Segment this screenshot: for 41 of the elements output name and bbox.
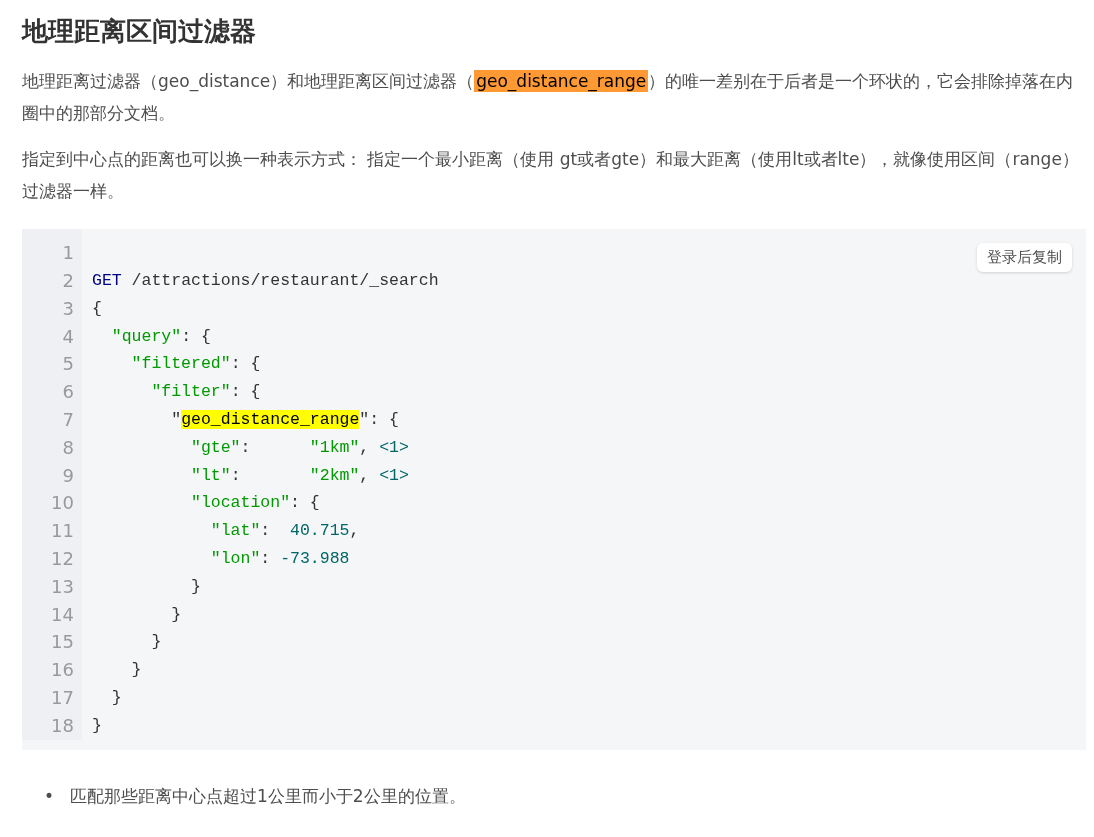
code-line: "lon": -73.988	[209, 547, 351, 570]
line-number: 15	[50, 630, 74, 655]
code-line: {	[92, 297, 103, 320]
code-line: "query": {	[110, 325, 212, 348]
line-number: 1	[61, 241, 74, 266]
code-line: "location": {	[190, 492, 321, 515]
bullet-marker: •	[44, 784, 55, 808]
line-number: 14	[50, 602, 74, 627]
line-number: 17	[50, 685, 74, 710]
code-line: }	[92, 714, 103, 737]
code-line: "gte": "1km", <1>	[190, 436, 410, 459]
line-number: 2	[61, 269, 74, 293]
line-number: 4	[61, 324, 74, 349]
paragraph: 地理距离过滤器（geo_distance）和地理距离区间过滤器（geo_distance_range）的唯一差别在于后者是一个环状的，它会排除掉落在内圈中的那部分文档。	[22, 69, 1075, 126]
code-line: "lt": "2km", <1>	[190, 464, 410, 487]
line-number: 11	[50, 519, 74, 544]
line-number: 16	[50, 658, 74, 683]
page-heading: 地理距离区间过滤器	[22, 16, 257, 48]
code-line: "lat": 40.715,	[209, 520, 361, 543]
list-item: 匹配那些距离中心点超过1公里而小于2公里的位置。	[70, 784, 466, 808]
line-number: 5	[61, 352, 74, 377]
code-line: }	[150, 631, 163, 654]
code-line: }	[130, 659, 143, 682]
code-line: }	[110, 686, 123, 709]
code-line: }	[170, 603, 183, 626]
copy-button[interactable]: 登录后复制	[977, 243, 1072, 272]
line-number: 3	[61, 296, 74, 321]
code-line: }	[190, 575, 202, 598]
code-line: GET /attractions/restaurant/_search	[92, 270, 439, 292]
line-number: 13	[50, 574, 74, 599]
line-number: 12	[50, 546, 74, 571]
line-number: 6	[61, 380, 74, 405]
code-line: "filtered": {	[130, 353, 262, 376]
line-number: 7	[61, 407, 74, 432]
line-number: 8	[61, 435, 74, 460]
code-line: "filter": {	[150, 381, 262, 404]
code-line: "geo_distance_range": {	[170, 408, 400, 431]
line-number: 10	[50, 491, 74, 516]
line-number: 9	[61, 463, 74, 488]
paragraph: 指定到中心点的距离也可以换一种表示方式： 指定一个最小距离（使用 gt或者gte）和最大距离（使用lt或者lte），就像使用区间（range）过滤器一样。	[22, 148, 1080, 204]
line-number: 18	[50, 713, 74, 738]
